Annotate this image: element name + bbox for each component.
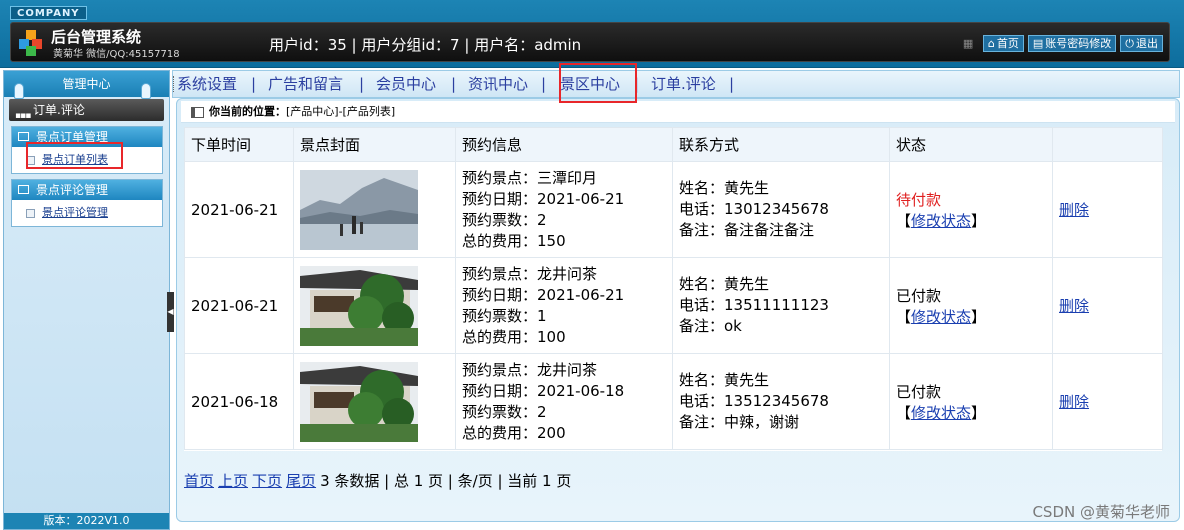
system-subtitle: 黄菊华 微信/QQ:45157718 [53,49,180,60]
order-date: 2021-06-21 [184,257,294,354]
contact-info: 姓名：黄先生 电话：13511111123 备注：ok [672,257,890,354]
col-booking-info: 预约信息 [455,127,673,162]
actions-cell: 删除 [1052,257,1163,354]
order-date: 2021-06-21 [184,161,294,258]
home-button[interactable]: ⌂ 首页 [982,35,1024,52]
nav-orders-comments[interactable]: 订单.评论 [651,71,716,97]
orders-table: 下单时间 景点封面 预约信息 联系方式 状态 2021-06-21 预约景点：三… [184,127,1163,450]
orders-table-wrap: 下单时间 景点封面 预约信息 联系方式 状态 2021-06-21 预约景点：三… [184,127,1163,451]
contact-info: 姓名：黄先生 电话：13012345678 备注：备注备注备注 [672,161,890,258]
top-nav: 系统设置 | 广告和留言 | 会员中心 | 资讯中心 | 景区中心 | 订单.评… [172,70,1180,98]
status-cell: 待付款 【修改状态】 [889,161,1053,258]
logo-cubes-icon [19,30,42,56]
order-date: 2021-06-18 [184,353,294,450]
main-panel: 你当前的位置：[产品中心]-[产品列表] 下单时间 景点封面 预约信息 联系方式… [176,98,1180,522]
edit-status-link[interactable]: 修改状态 [911,404,971,422]
header: COMPANY 后台管理系统 黄菊华 微信/QQ:45157718 用户id：3… [0,0,1184,68]
power-icon: ⏻ [1125,36,1134,50]
delete-link[interactable]: 删除 [1059,201,1089,219]
col-cover: 景点封面 [293,127,456,162]
table-row: 2021-06-18 预约景点：龙井问茶 预约日期：2021-06-18 预约票… [184,353,1163,450]
contact-info: 姓名：黄先生 电话：13512345678 备注：中辣，谢谢 [672,353,890,450]
logout-button[interactable]: ⏻ 退出 [1120,35,1163,52]
nav-ads-messages[interactable]: 广告和留言 [268,71,343,97]
booking-info: 预约景点：龙井问茶 预约日期：2021-06-18 预约票数：2 总的费用：20… [455,353,673,450]
status-badge: 已付款 [896,382,942,401]
password-button[interactable]: ▤ 账号密码修改 [1027,35,1117,52]
table-row: 2021-06-21 预约景点：龙井问茶 预约日期：2021-06-21 预约票… [184,257,1163,354]
system-title: 后台管理系统 [51,28,142,46]
tea-house-image [300,265,418,346]
home-icon: ⌂ [987,36,995,50]
sidebar-current-section[interactable]: ▪▪▪▪▪▪ 订单.评论 [9,99,164,143]
pager-next-link[interactable]: 下页 [252,472,282,490]
table-header-row: 下单时间 景点封面 预约信息 联系方式 状态 [184,127,1163,162]
folder-icon [18,185,29,194]
watermark: CSDN @黄菊华老师 [1032,503,1170,521]
table-row: 2021-06-21 预约景点：三潭印月 预约日期：2021-06-21 预约票… [184,161,1163,258]
delete-link[interactable]: 删除 [1059,297,1089,315]
breadcrumb: 你当前的位置：[产品中心]-[产品列表] [181,101,1175,123]
sidebar-title: 管理中心 [4,71,169,99]
pager-summary: 3 条数据 | 总 1 页 | 条/页 | 当前 1 页 [320,472,572,490]
status-cell: 已付款 【修改状态】 [889,257,1053,354]
pager-first-link[interactable]: 首页 [184,472,214,490]
cover-cell [293,353,456,450]
pager-prev-link[interactable]: 上页 [218,472,248,490]
highlight-box-nav [559,63,637,103]
col-actions [1052,127,1163,162]
status-badge: 已付款 [896,286,942,305]
nav-system-settings[interactable]: 系统设置 [177,71,237,97]
highlight-box-sidebar [26,142,123,169]
pager: 首页 上页 下页 尾页 3 条数据 | 总 1 页 | 条/页 | 当前 1 页 [184,470,571,491]
pin-icon [14,83,24,99]
pager-last-link[interactable]: 尾页 [286,472,316,490]
folder-icon [18,132,29,141]
sidebar-item-comment-manage[interactable]: 景点评论管理 [12,200,162,226]
status-badge: 待付款 [896,190,942,209]
nav-news-center[interactable]: 资讯中心 [468,71,528,97]
edit-status-link[interactable]: 修改状态 [911,212,971,230]
cover-cell [293,161,456,258]
group-head-comment[interactable]: 景点评论管理 [12,180,162,200]
header-links: ▦ ⌂ 首页 ▤ 账号密码修改 ⏻ 退出 [963,35,1163,52]
header-bar: 后台管理系统 黄菊华 微信/QQ:45157718 用户id：35 | 用户分组… [10,22,1170,62]
booking-info: 预约景点：龙井问茶 预约日期：2021-06-21 预约票数：1 总的费用：10… [455,257,673,354]
col-status: 状态 [889,127,1053,162]
pin-icon [141,83,151,99]
sidebar-toggle-icon[interactable]: ◀ [167,292,174,332]
actions-cell: 删除 [1052,161,1163,258]
company-label: COMPANY [10,6,87,20]
lake-pagoda-image [300,169,418,250]
status-cell: 已付款 【修改状态】 [889,353,1053,450]
tea-house-image [300,361,418,442]
document-icon: ▤ [1032,36,1044,50]
sidebar-group-comment: 景点评论管理 景点评论管理 [11,179,163,227]
grid-icon: ▦ [962,36,974,50]
version-label: 版本：2022V1.0 [4,513,169,529]
actions-cell: 删除 [1052,353,1163,450]
user-info: 用户id：35 | 用户分组id：7 | 用户名：admin [269,36,582,54]
page-icon [26,209,35,218]
sidebar: 管理中心 ▪▪▪▪▪▪ 订单.评论 景点订单管理 景点订单列表 景点评论管理 景… [3,70,170,530]
cover-cell [293,257,456,354]
col-order-time: 下单时间 [184,127,294,162]
col-contact: 联系方式 [672,127,890,162]
edit-status-link[interactable]: 修改状态 [911,308,971,326]
nav-member-center[interactable]: 会员中心 [376,71,436,97]
window-icon [191,107,204,118]
delete-link[interactable]: 删除 [1059,393,1089,411]
booking-info: 预约景点：三潭印月 预约日期：2021-06-21 预约票数：2 总的费用：15… [455,161,673,258]
